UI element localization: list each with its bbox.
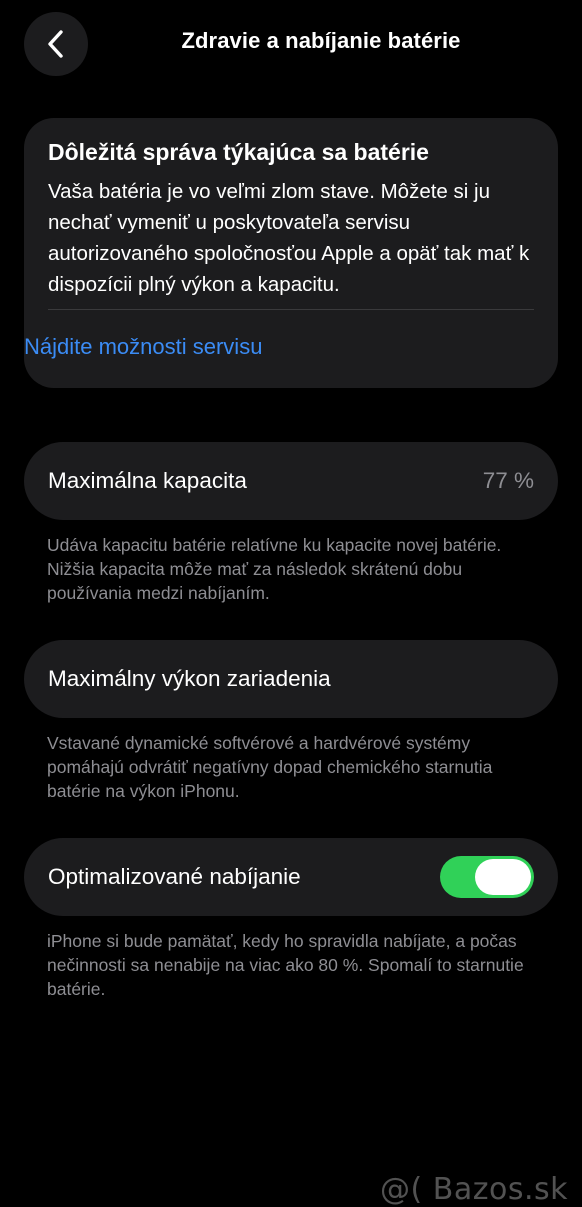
- optimized-charging-row: Optimalizované nabíjanie: [24, 838, 558, 916]
- toggle-knob: [475, 859, 531, 895]
- find-service-options-link[interactable]: Nájdite možnosti servisu: [24, 334, 262, 360]
- divider: [48, 309, 534, 310]
- peak-performance-note: Vstavané dynamické softvérové a hardvéro…: [47, 733, 493, 801]
- watermark: @( Bazos.sk: [380, 1172, 568, 1207]
- max-capacity-note: Udáva kapacitu batérie relatívne ku kapa…: [47, 535, 502, 603]
- back-button[interactable]: [24, 12, 88, 76]
- max-capacity-row: Maximálna kapacita 77 %: [24, 442, 558, 520]
- optimized-charging-note: iPhone si bude pamätať, kedy ho spravidl…: [47, 931, 524, 999]
- max-capacity-value: 77 %: [482, 468, 534, 493]
- chevron-left-icon: [48, 30, 63, 58]
- navigation-bar: Zdravie a nabíjanie batérie: [0, 0, 582, 88]
- page-title: Zdravie a nabíjanie batérie: [181, 28, 461, 53]
- message-title: Dôležitá správa týkajúca sa batérie: [48, 139, 429, 165]
- max-capacity-label: Maximálna kapacita: [48, 468, 247, 493]
- optimized-charging-label: Optimalizované nabíjanie: [48, 864, 301, 889]
- peak-performance-label: Maximálny výkon zariadenia: [48, 666, 331, 691]
- optimized-charging-toggle[interactable]: [440, 856, 534, 898]
- peak-performance-row: Maximálny výkon zariadenia: [24, 640, 558, 718]
- message-body: Vaša batéria je vo veľmi zlom stave. Môž…: [48, 180, 530, 296]
